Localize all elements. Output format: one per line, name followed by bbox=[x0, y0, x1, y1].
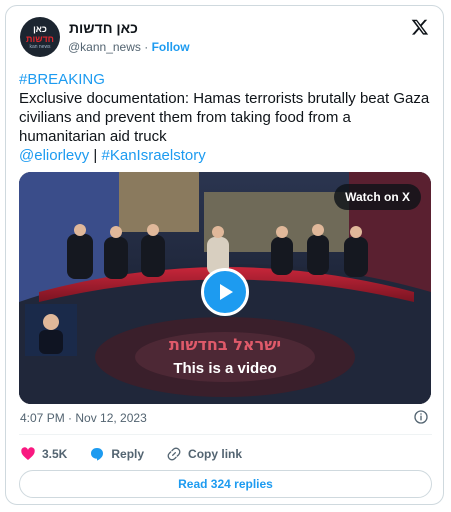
avatar[interactable]: כאן חדשות kan news bbox=[20, 17, 60, 57]
link-icon bbox=[167, 447, 181, 461]
avatar-text-1: כאן bbox=[33, 24, 47, 34]
hashtag-breaking[interactable]: #BREAKING bbox=[19, 71, 105, 88]
mention-link[interactable]: @eliorlevy bbox=[19, 147, 89, 164]
watch-on-x-button[interactable]: Watch on X bbox=[334, 184, 421, 210]
dot-separator: · bbox=[144, 40, 152, 54]
text-separator: | bbox=[93, 147, 98, 164]
tweet-text: #BREAKING Exclusive documentation: Hamas… bbox=[19, 70, 434, 165]
author-name[interactable]: כאן חדשות bbox=[69, 20, 138, 36]
avatar-text-3: kan news bbox=[29, 44, 51, 50]
divider bbox=[19, 434, 432, 435]
avatar-text-2: חדשות bbox=[26, 34, 54, 44]
play-button[interactable] bbox=[201, 268, 249, 316]
timestamp[interactable]: 4:07 PM · Nov 12, 2023 bbox=[20, 411, 147, 425]
reply-label: Reply bbox=[111, 447, 145, 461]
like-button[interactable]: 3.5K bbox=[20, 446, 67, 462]
follow-button[interactable]: Follow bbox=[152, 40, 190, 54]
action-bar: 3.5K Reply Copy link bbox=[20, 444, 264, 464]
like-count: 3.5K bbox=[42, 447, 68, 461]
video-caption: This is a video bbox=[173, 360, 277, 377]
reply-button[interactable]: Reply bbox=[89, 446, 144, 462]
reply-bubble-icon bbox=[91, 448, 104, 461]
tweet-body: Exclusive documentation: Hamas terrorist… bbox=[19, 90, 430, 145]
info-icon[interactable] bbox=[413, 409, 429, 425]
author-handle[interactable]: @kann_news bbox=[68, 40, 141, 54]
hashtag-link[interactable]: #KanIsraelstory bbox=[102, 147, 206, 164]
read-replies-button[interactable]: Read 324 replies bbox=[19, 470, 432, 498]
copy-link-label: Copy link bbox=[188, 447, 243, 461]
x-logo-icon[interactable] bbox=[411, 18, 429, 36]
play-icon bbox=[220, 284, 233, 300]
handle-row: @kann_news · Follow bbox=[68, 40, 190, 54]
heart-icon bbox=[21, 447, 35, 460]
tweet-card: כאן חדשות kan news כאן חדשות @kann_news … bbox=[5, 5, 444, 505]
video-player[interactable]: ישראל בחדשות Watch on X This is a video bbox=[19, 172, 431, 404]
studio-logo-text: ישראל בחדשות bbox=[169, 335, 281, 354]
copy-link-button[interactable]: Copy link bbox=[166, 446, 242, 462]
